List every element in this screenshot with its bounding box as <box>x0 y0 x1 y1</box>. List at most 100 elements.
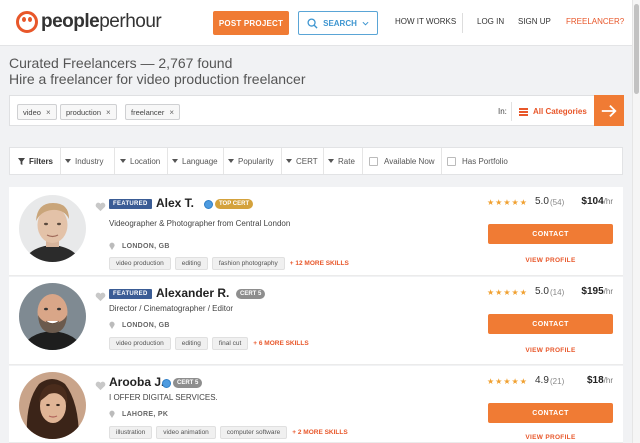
location-label: LONDON, GB <box>122 242 170 250</box>
nav-divider <box>462 13 463 33</box>
freelancer-name[interactable]: Arooba J. <box>109 375 164 389</box>
rate-unit: /hr <box>603 287 613 296</box>
category-select[interactable]: All Categories <box>519 107 587 116</box>
cert-badge: CERT 5 <box>236 289 266 299</box>
filter-location[interactable]: Location <box>120 148 160 174</box>
avatar-photo <box>19 372 86 439</box>
close-icon[interactable]: × <box>169 108 174 117</box>
filter-divider <box>167 148 168 174</box>
heart-icon[interactable] <box>95 202 106 212</box>
caret-down-icon <box>65 159 71 163</box>
skill-tag[interactable]: final cut <box>211 337 249 350</box>
location-label: LONDON, GB <box>122 321 170 329</box>
skill-tag[interactable]: fashion photography <box>211 257 285 270</box>
heart-icon[interactable] <box>95 381 106 391</box>
featured-badge: FEATURED <box>109 199 152 209</box>
freelancer-name[interactable]: Alex T. <box>156 196 194 210</box>
top-nav: peopleperhour POST PROJECT SEARCH HOW IT… <box>0 0 632 46</box>
skill-tag[interactable]: illustration <box>109 426 153 439</box>
filter-popularity[interactable]: Popularity <box>228 148 274 174</box>
review-count[interactable]: (54) <box>550 198 564 207</box>
filter-rate[interactable]: Rate <box>328 148 355 174</box>
skill-tag[interactable]: video production <box>109 257 171 270</box>
more-skills-link[interactable]: + 2 MORE SKILLS <box>292 429 347 436</box>
skill-tag[interactable]: editing <box>174 337 208 350</box>
view-profile-link[interactable]: VIEW PROFILE <box>488 347 613 354</box>
search-button[interactable]: SEARCH <box>298 11 378 35</box>
caret-down-icon <box>172 159 178 163</box>
close-icon[interactable]: × <box>46 108 51 117</box>
cert-badge: CERT 5 <box>173 378 203 388</box>
skill-tag[interactable]: video animation <box>156 426 216 439</box>
skill-tag[interactable]: editing <box>174 257 208 270</box>
freelancer-tagline: Director / Cinematographer / Editor <box>109 304 234 313</box>
location-pin-icon <box>109 410 115 418</box>
logo-icon <box>16 11 38 33</box>
category-label: All Categories <box>533 107 587 116</box>
more-skills-link[interactable]: + 6 MORE SKILLS <box>253 340 308 347</box>
chip-label: video <box>23 107 41 117</box>
freelancer-tagline: Videographer & Photographer from Central… <box>109 219 291 228</box>
nav-how-it-works[interactable]: HOW IT WORKS <box>395 17 456 26</box>
checkbox[interactable] <box>369 156 378 166</box>
freelancer-card[interactable]: FEATURED Alexander R. CERT 5 Director / … <box>9 277 623 365</box>
filter-label: Location <box>130 156 161 166</box>
rate-value: $195 <box>581 286 604 297</box>
location-pin-icon <box>109 242 115 250</box>
logo[interactable]: peopleperhour <box>16 11 162 33</box>
filter-industry[interactable]: Industry <box>65 148 103 174</box>
arrow-right-icon <box>601 104 617 117</box>
heart-icon[interactable] <box>95 292 106 302</box>
review-count[interactable]: (14) <box>550 288 564 297</box>
search-submit-button[interactable] <box>594 95 624 126</box>
avatar[interactable] <box>19 372 86 439</box>
search-chip-production[interactable]: production × <box>60 104 117 120</box>
star-rating-icon: ★★★★★ <box>487 198 528 207</box>
freelancer-tagline: I OFFER DIGITAL SERVICES. <box>109 393 218 402</box>
filter-icon <box>18 157 25 165</box>
contact-button[interactable]: CONTACT <box>488 403 613 423</box>
close-icon[interactable]: × <box>106 108 111 117</box>
filter-has-portfolio[interactable]: Has Portfolio <box>447 148 508 174</box>
avatar[interactable] <box>19 283 86 350</box>
search-chip-freelancer[interactable]: freelancer × <box>125 104 181 120</box>
avatar[interactable] <box>19 195 86 262</box>
caret-down-icon <box>228 159 234 163</box>
nav-signup[interactable]: SIGN UP <box>518 17 551 26</box>
freelancer-card[interactable]: FEATURED Alex T. TOP CERT Videographer &… <box>9 187 623 276</box>
skill-list: video production editing fashion photogr… <box>109 257 349 270</box>
skill-tag[interactable]: video production <box>109 337 171 350</box>
verified-icon <box>162 379 171 388</box>
caret-down-icon <box>286 159 292 163</box>
verified-icon <box>204 200 213 209</box>
freelancer-name[interactable]: Alexander R. <box>156 286 229 300</box>
location-label: LAHORE, PK <box>122 410 169 418</box>
nav-login[interactable]: LOG IN <box>477 17 504 26</box>
rating-value: 5.0 <box>535 196 549 207</box>
list-icon <box>519 107 528 116</box>
search-chip-video[interactable]: video × <box>17 104 57 120</box>
view-profile-link[interactable]: VIEW PROFILE <box>488 434 613 441</box>
checkbox[interactable] <box>447 156 456 166</box>
location-pin-icon <box>109 321 115 329</box>
filter-language[interactable]: Language <box>172 148 218 174</box>
avatar-photo <box>19 195 86 262</box>
more-skills-link[interactable]: + 12 MORE SKILLS <box>290 260 349 267</box>
scrollbar[interactable] <box>632 0 640 443</box>
filter-available-now[interactable]: Available Now <box>369 148 435 174</box>
post-project-button[interactable]: POST PROJECT <box>213 11 289 35</box>
contact-button[interactable]: CONTACT <box>488 314 613 334</box>
divider <box>511 102 512 121</box>
caret-down-icon <box>328 159 334 163</box>
scrollbar-thumb[interactable] <box>634 4 639 94</box>
filters-toggle[interactable]: Filters <box>18 148 53 174</box>
freelancer-card[interactable]: Arooba J. CERT 5 I OFFER DIGITAL SERVICE… <box>9 366 623 443</box>
contact-button[interactable]: CONTACT <box>488 224 613 244</box>
nav-freelancer[interactable]: FREELANCER? <box>566 17 624 26</box>
view-profile-link[interactable]: VIEW PROFILE <box>488 257 613 264</box>
review-count[interactable]: (21) <box>550 377 564 386</box>
skill-tag[interactable]: computer software <box>219 426 288 439</box>
logo-text: peopleperhour <box>41 11 162 32</box>
rate-unit: /hr <box>603 197 613 206</box>
filter-cert[interactable]: CERT <box>286 148 318 174</box>
